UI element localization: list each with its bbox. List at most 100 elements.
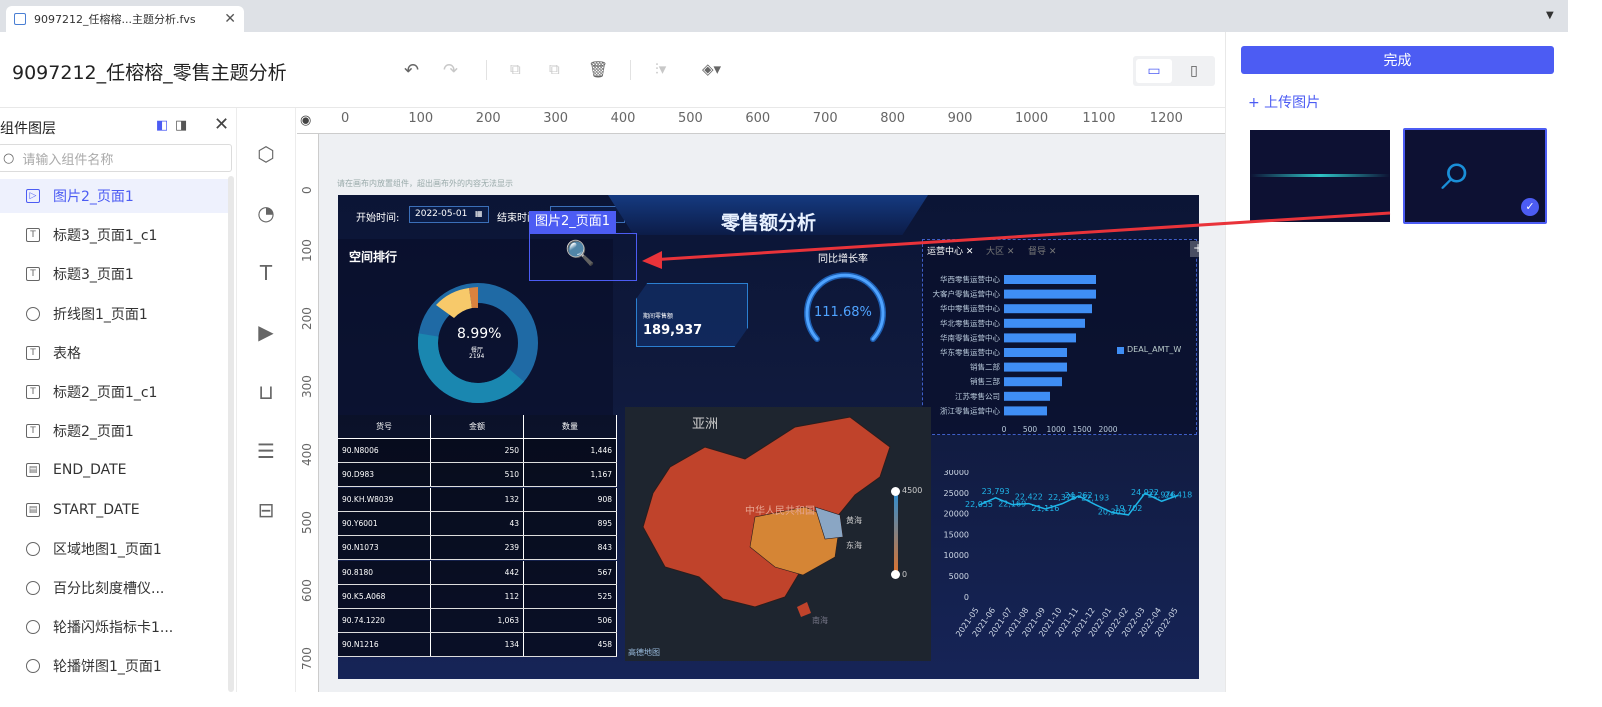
design-canvas[interactable]: 0 100 200 300 400 500 600 700 800 900 1000 1100 1200… <box>297 108 1225 692</box>
search-document-icon[interactable]: 🔍 <box>565 239 595 267</box>
layer-item[interactable]: 百分比刻度槽仪... <box>0 571 228 605</box>
dashboard-preview[interactable]: 开始时间: 2022-05-01 ▦ 结束时间 零售额分析 空间排行 8.99%… <box>338 195 1199 679</box>
close-icon[interactable]: ✕ <box>214 114 229 135</box>
layer-item[interactable]: ▤ START_DATE <box>0 493 228 527</box>
layer-scrollbar[interactable] <box>228 176 234 692</box>
table-row[interactable]: 90.N1073 239 843 <box>338 536 617 561</box>
video-icon[interactable]: ▶ <box>252 318 280 346</box>
layer-item[interactable]: T 表格 <box>0 336 228 370</box>
bar[interactable] <box>1004 333 1076 343</box>
bar[interactable] <box>1004 318 1085 328</box>
chart-icon <box>26 620 40 635</box>
table-row[interactable]: 90.8180 442 567 <box>338 560 617 585</box>
ruler-tick: 400 <box>300 443 314 466</box>
text-component-icon[interactable]: T <box>252 259 280 287</box>
window-menu-icon[interactable]: ▼ <box>1546 10 1554 21</box>
table-cell: 112 <box>431 584 524 608</box>
legend-label: DEAL_AMT_W <box>1127 345 1182 354</box>
table-header: 货号 金额 数量 <box>338 415 617 439</box>
split-view-icon[interactable]: ◨ <box>175 118 187 133</box>
legend-swatch <box>1117 347 1124 354</box>
table-row[interactable]: 90.Y6001 43 895 <box>338 511 617 536</box>
redo-icon[interactable]: ↷ <box>443 60 458 81</box>
upload-image-link[interactable]: + 上传图片 <box>1248 92 1320 112</box>
scale-handle-bottom[interactable] <box>891 570 900 579</box>
bar[interactable] <box>1004 348 1067 357</box>
table-cell: 90.D983 <box>338 463 431 487</box>
bar-axis-tick: 1500 <box>1072 425 1091 434</box>
table-cell: 1,063 <box>431 609 524 633</box>
line-data-label: 22,422 <box>1015 493 1043 502</box>
done-button[interactable]: 完成 <box>1241 46 1554 74</box>
browser-tab[interactable]: 9097212_任榕榕...主题分析.fvs ✕ <box>6 6 244 32</box>
layer-item[interactable]: T 标题2_页面1 <box>0 414 228 448</box>
table-row[interactable]: 90.KH.W8039 132 908 <box>338 487 617 512</box>
bar[interactable] <box>1004 377 1062 387</box>
map-label-south-sea: 南海 <box>812 616 828 625</box>
bar[interactable] <box>1004 391 1050 401</box>
add-tab-icon[interactable]: + <box>1190 241 1199 257</box>
bar[interactable] <box>1004 406 1047 416</box>
visibility-eye-icon[interactable]: ◉ <box>300 113 311 128</box>
desktop-view-icon[interactable]: ▭ <box>1136 59 1172 83</box>
ruler-tick: 500 <box>300 511 314 534</box>
layer-item[interactable]: 轮播饼图1_页面1 <box>0 649 228 683</box>
image-icon: ▷ <box>26 189 40 203</box>
layout-toggle-icon[interactable]: ◧ <box>156 118 168 133</box>
delete-icon[interactable]: 🗑 <box>588 60 608 79</box>
tab-supervisor[interactable]: 督导 ✕ <box>1028 244 1056 257</box>
filter-component-icon[interactable]: ☰ <box>252 437 280 465</box>
table-row[interactable]: 90.N1216 134 458 <box>338 633 617 658</box>
image-thumbnail-2[interactable]: ⌕ ✓ <box>1403 128 1547 224</box>
kpi-label: 期间零售额 <box>643 313 674 320</box>
layer-item[interactable]: 区域地图1_页面1 <box>0 532 228 566</box>
tab-ops-center[interactable]: 运营中心 ✕ <box>927 244 973 257</box>
layer-item[interactable]: T 标题3_页面1 <box>0 257 228 291</box>
editor-header: 9097212_任榕榕_零售主题分析 ↶ ↷ ⧉ ⧉ 🗑 ⫶▾ ◈▾ ▭ ▯ <box>0 32 1225 108</box>
layer-item[interactable]: T 标题2_页面1_c1 <box>0 375 228 409</box>
bar-label: 销售二部 <box>970 362 1000 372</box>
tab-region[interactable]: 大区 ✕ <box>986 244 1014 257</box>
bar[interactable] <box>1004 362 1067 372</box>
table-row[interactable]: 90.74.1220 1,063 506 <box>338 609 617 634</box>
table-row[interactable]: 90.D983 510 1,167 <box>338 463 617 488</box>
date-icon: ▤ <box>26 502 40 517</box>
layer-item[interactable]: 折线图1_页面1 <box>0 297 228 331</box>
align-icon[interactable]: ⫶▾ <box>655 60 666 78</box>
ruler-tick: 100 <box>300 239 314 262</box>
pie-chart-icon[interactable]: ◔ <box>252 199 280 227</box>
mobile-view-icon[interactable]: ▯ <box>1176 59 1212 83</box>
scale-handle-top[interactable] <box>891 487 900 496</box>
inbox-icon[interactable]: ⊔ <box>252 378 280 406</box>
layer-item-label: START_DATE <box>53 501 140 518</box>
layer-search-input[interactable]: ○ 请输入组件名称 <box>0 144 232 172</box>
layer-order-icon[interactable]: ◈▾ <box>702 60 721 78</box>
map-scale-bar[interactable] <box>894 490 898 575</box>
table-row[interactable]: 90.N8006 250 1,446 <box>338 439 617 463</box>
start-date-field[interactable]: 2022-05-01 ▦ <box>409 206 489 223</box>
layer-item-label: 标题2_页面1_c1 <box>53 385 158 401</box>
layer-item[interactable]: T 标题3_页面1_c1 <box>0 218 228 252</box>
map-label-yellow-sea: 黄海 <box>846 516 862 525</box>
bar[interactable] <box>1004 275 1096 284</box>
layer-item-label: 轮播饼图1_页面1 <box>53 659 162 676</box>
copy-icon[interactable]: ⧉ <box>510 60 521 78</box>
layer-item-label: 轮播闪烁指标卡1... <box>53 620 174 637</box>
layer-item[interactable]: 轮播闪烁指标卡1... <box>0 610 228 644</box>
table-row[interactable]: 90.K5.A068 112 525 <box>338 584 617 609</box>
layer-item[interactable]: ▷ 图片2_页面1 <box>0 179 228 213</box>
table-cell: 510 <box>431 463 524 487</box>
layer-item[interactable]: ▤ END_DATE <box>0 453 228 487</box>
bar[interactable] <box>1004 289 1096 299</box>
table-cell: 895 <box>524 511 617 535</box>
archive-icon[interactable]: ⊟ <box>252 496 280 524</box>
tab-title: 9097212_任榕榕...主题分析.fvs <box>34 13 196 26</box>
search-icon: ○ <box>3 150 15 166</box>
paste-icon[interactable]: ⧉ <box>549 60 560 78</box>
tab-close-icon[interactable]: ✕ <box>224 11 236 27</box>
bar[interactable] <box>1004 304 1092 314</box>
image-thumbnail-1[interactable] <box>1250 130 1390 222</box>
undo-icon[interactable]: ↶ <box>404 60 419 81</box>
cube-icon[interactable]: ⬡ <box>252 140 280 168</box>
start-time-label: 开始时间: <box>356 213 400 224</box>
